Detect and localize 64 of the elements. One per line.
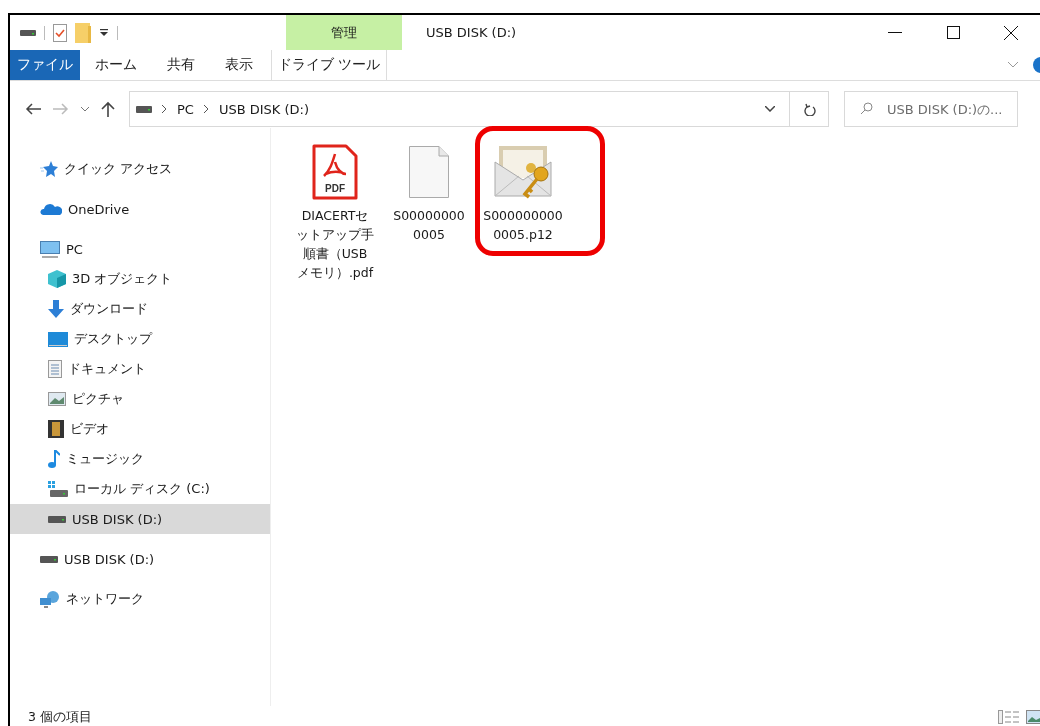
- file-name[interactable]: S00000000 0005: [393, 206, 465, 244]
- nav-item[interactable]: ドキュメント: [10, 354, 270, 384]
- dropdown-icon[interactable]: [99, 28, 109, 37]
- nav-item[interactable]: OneDrive: [10, 194, 270, 224]
- maximize-icon[interactable]: [946, 26, 960, 39]
- nav-item[interactable]: ダウンロード: [10, 294, 270, 324]
- network-icon: [40, 590, 60, 608]
- desktop-icon: [48, 331, 68, 347]
- cloud-icon: [40, 203, 62, 215]
- system-drive-icon: [48, 481, 68, 497]
- up-icon[interactable]: [101, 101, 115, 117]
- context-tab-group: 管理: [286, 15, 402, 50]
- recent-dropdown-icon[interactable]: [81, 106, 89, 112]
- drive-icon: [40, 555, 58, 563]
- nav-item[interactable]: USB DISK (D:): [10, 544, 270, 574]
- nav-item[interactable]: PC: [10, 234, 270, 264]
- picture-icon: [48, 392, 66, 406]
- film-icon: [48, 420, 64, 438]
- certificate-envelope-icon[interactable]: [493, 144, 553, 200]
- file-tab[interactable]: ファイル: [10, 50, 80, 80]
- breadcrumb[interactable]: USB DISK (D:): [218, 101, 310, 117]
- nav-item[interactable]: ミュージック: [10, 444, 270, 474]
- ribbon-tab[interactable]: 表示: [210, 50, 268, 80]
- file-name[interactable]: S000000000 0005.p12: [483, 206, 563, 244]
- download-icon: [48, 300, 64, 318]
- item-count: 3 個の項目: [28, 708, 92, 726]
- refresh-icon[interactable]: [804, 102, 816, 116]
- nav-item[interactable]: USB DISK (D:): [10, 504, 270, 534]
- ribbon-tab[interactable]: 共有: [152, 50, 210, 80]
- cube-icon: [48, 270, 66, 288]
- address-bar[interactable]: PC USB DISK (D:): [129, 91, 829, 127]
- window-title: USB DISK (D:): [426, 25, 517, 40]
- ribbon-tab[interactable]: ドライブ ツール: [271, 50, 387, 80]
- star-icon: [40, 161, 58, 177]
- close-icon[interactable]: [1004, 25, 1018, 40]
- chevron-icon: [162, 105, 167, 113]
- dropdown-icon[interactable]: [765, 106, 775, 112]
- music-note-icon: [48, 450, 60, 468]
- file-name[interactable]: DIACERTセ ットアップ手 順書（USB メモリ）.pdf: [296, 206, 374, 282]
- breadcrumb[interactable]: PC: [177, 101, 194, 117]
- nav-item[interactable]: ビデオ: [10, 414, 270, 444]
- drive-icon[interactable]: [20, 28, 36, 37]
- minimize-icon[interactable]: [888, 31, 902, 34]
- pdf-file-icon[interactable]: PDF: [312, 144, 358, 200]
- help-icon[interactable]: [1032, 56, 1040, 74]
- nav-item[interactable]: デスクトップ: [10, 324, 270, 354]
- large-icons-view-icon[interactable]: [1026, 710, 1040, 724]
- drive-icon: [48, 515, 66, 523]
- nav-item[interactable]: クイック アクセス: [10, 154, 270, 184]
- chevron-icon: [203, 105, 209, 113]
- drive-icon: [136, 105, 152, 113]
- details-view-icon[interactable]: [998, 710, 1020, 724]
- properties-icon[interactable]: [53, 23, 67, 42]
- nav-item[interactable]: ネットワーク: [10, 584, 270, 614]
- ribbon-tab[interactable]: ホーム: [80, 50, 152, 80]
- nav-item[interactable]: ローカル ディスク (C:): [10, 474, 270, 504]
- nav-item[interactable]: 3D オブジェクト: [10, 264, 270, 294]
- back-icon[interactable]: [25, 103, 41, 115]
- monitor-icon: [40, 240, 60, 258]
- search-field[interactable]: USB DISK (D:)の...: [844, 91, 1018, 127]
- document-icon: [48, 360, 62, 378]
- chevron-icon[interactable]: [1008, 62, 1018, 68]
- search-icon: [860, 102, 873, 115]
- nav-item[interactable]: ピクチャ: [10, 384, 270, 414]
